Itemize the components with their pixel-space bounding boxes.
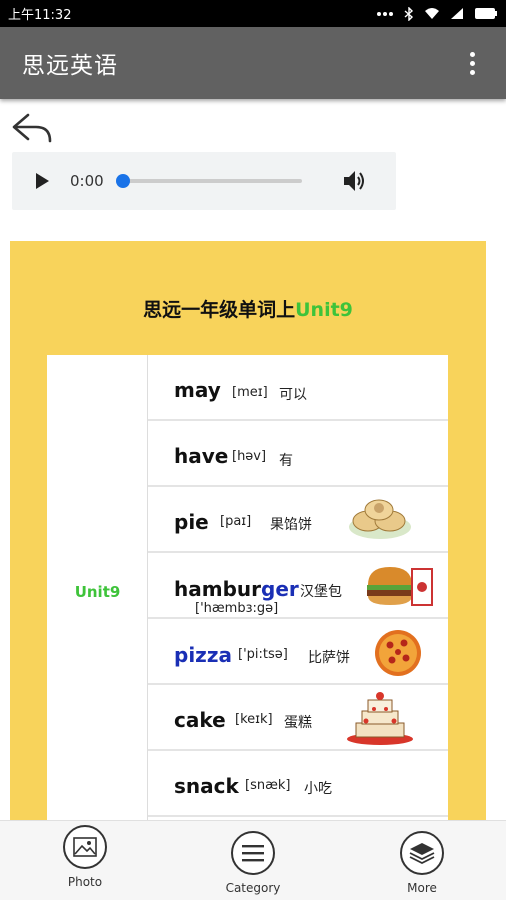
- word-phonetic: [meɪ]: [232, 385, 268, 400]
- pie-icon: [349, 499, 411, 539]
- bluetooth-icon: [404, 6, 414, 21]
- overflow-menu-button[interactable]: [460, 43, 484, 83]
- word-text: pie: [174, 510, 209, 534]
- back-arrow-icon: [12, 113, 52, 143]
- word-phonetic: [keɪk]: [235, 712, 273, 727]
- vocabulary-poster: 思远一年级单词上Unit9 Unit9 may [meɪ] 可以 have [h…: [10, 241, 486, 831]
- audio-progress-knob[interactable]: [116, 174, 130, 188]
- poster-title-text: 思远一年级单词上: [143, 299, 296, 321]
- word-text: hamburger: [174, 577, 299, 601]
- play-button[interactable]: [28, 167, 56, 195]
- battery-icon: [474, 7, 498, 20]
- word-meaning: 可以: [279, 387, 307, 403]
- word-meaning: 有: [279, 453, 293, 469]
- photo-icon: [63, 825, 107, 869]
- audio-current-time: 0:00: [70, 172, 104, 190]
- word-table: Unit9 may [meɪ] 可以 have [həv] 有 pie [paɪ…: [47, 355, 448, 831]
- hamburger-icon: [367, 567, 433, 606]
- nav-category[interactable]: Category: [208, 831, 298, 900]
- app-title: 思远英语: [22, 53, 118, 79]
- word-text: pizza: [174, 643, 232, 667]
- unit-label: Unit9: [74, 583, 121, 601]
- word-text: have: [174, 444, 229, 468]
- nav-category-label: Category: [225, 881, 281, 895]
- volume-icon: [344, 171, 364, 191]
- word-row: pizza ['pi:tsə] 比萨饼: [148, 619, 448, 685]
- word-meaning: 比萨饼: [308, 650, 350, 666]
- word-text-highlight: ger: [261, 577, 299, 601]
- audio-progress-bar[interactable]: [116, 174, 302, 188]
- nav-photo[interactable]: Photo: [40, 825, 130, 895]
- word-meaning: 汉堡包: [300, 584, 342, 600]
- poster-title-unit: Unit9: [295, 299, 353, 321]
- bottom-navigation: Photo Category More: [0, 820, 506, 900]
- word-phonetic: ['pi:tsə]: [238, 647, 288, 662]
- word-row: pie [paɪ] 果馅饼: [148, 487, 448, 553]
- poster-title: 思远一年级单词上Unit9: [10, 295, 486, 322]
- word-phonetic: [snæk]: [245, 778, 291, 793]
- word-meaning: 小吃: [304, 781, 332, 797]
- word-text-prefix: hambur: [174, 577, 261, 601]
- status-icons: [376, 6, 498, 21]
- word-phonetic: [paɪ]: [220, 514, 252, 529]
- word-row: have [həv] 有: [148, 421, 448, 487]
- word-meaning: 果馅饼: [270, 517, 312, 533]
- word-phonetic: [həv]: [232, 449, 267, 464]
- back-button[interactable]: [10, 110, 54, 148]
- wifi-icon: [424, 7, 440, 20]
- dot-icon: [469, 69, 475, 75]
- unit-column: Unit9: [47, 355, 148, 831]
- word-text: may: [174, 378, 221, 402]
- word-row: hamburger ['hæmbɜ:gə] 汉堡包: [148, 553, 448, 619]
- signal-icon: [450, 7, 464, 20]
- status-bar: 上午11:32: [0, 0, 506, 27]
- word-row: snack [snæk] 小吃: [148, 751, 448, 817]
- nav-more[interactable]: More: [377, 831, 467, 900]
- volume-button[interactable]: [340, 166, 370, 196]
- word-meaning: 蛋糕: [284, 715, 312, 731]
- cake-icon: [347, 692, 413, 745]
- more-notifications-icon: [376, 11, 394, 17]
- status-time: 上午11:32: [8, 8, 72, 23]
- word-row: cake [keɪk] 蛋糕: [148, 685, 448, 751]
- audio-player: 0:00: [12, 152, 396, 210]
- word-text: snack: [174, 774, 239, 798]
- word-phonetic: ['hæmbɜ:gə]: [195, 601, 279, 616]
- play-icon: [36, 173, 49, 189]
- dot-icon: [469, 51, 475, 57]
- word-row: may [meɪ] 可以: [148, 355, 448, 421]
- word-text: cake: [174, 708, 226, 732]
- nav-photo-label: Photo: [67, 875, 103, 889]
- nav-more-label: More: [407, 881, 437, 895]
- app-bar: 思远英语: [0, 27, 506, 99]
- dot-icon: [469, 60, 475, 66]
- menu-icon: [231, 831, 275, 875]
- pizza-icon: [375, 630, 421, 676]
- layers-icon: [400, 831, 444, 875]
